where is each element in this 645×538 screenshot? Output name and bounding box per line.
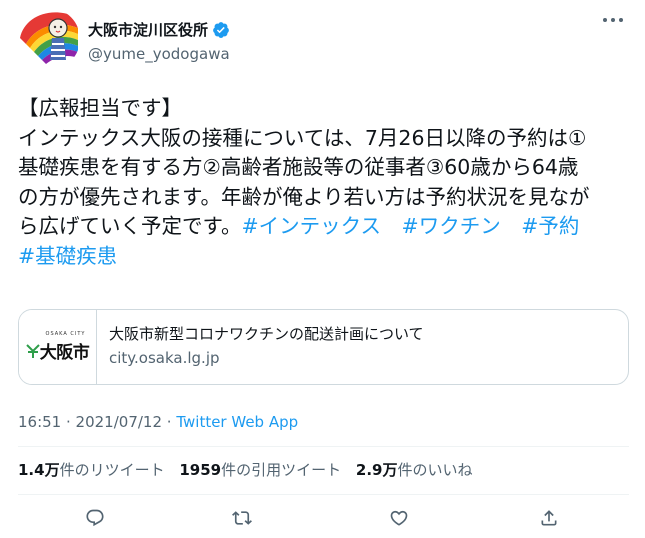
tweet-text-segment <box>381 214 402 238</box>
display-name[interactable]: 大阪市淀川区役所 <box>88 20 208 40</box>
tweet-actions <box>18 503 629 533</box>
tweet-text-line: #基礎疾患 <box>18 242 633 272</box>
hashtag-link[interactable]: #基礎疾患 <box>18 244 117 268</box>
osaka-city-logo-text: 大阪市 <box>39 343 90 363</box>
hashtag-link[interactable]: #インテックス <box>241 214 381 238</box>
tweet-text-segment: 基礎疾患を有する方②高齢者施設等の従事者③60歳から64歳 <box>18 155 579 180</box>
tweet-stats: 1.4万件のリツイート 1959件の引用ツイート 2.9万件のいいね <box>18 460 483 480</box>
osaka-city-mark-icon <box>26 343 40 358</box>
quotes-label: 件の引用ツイート <box>221 461 342 479</box>
link-card[interactable]: OSAKA CITY 大阪市 大阪市新型コロナワクチンの配送計画について cit… <box>18 309 629 385</box>
retweets-count: 1.4万 <box>18 461 60 479</box>
tweet-header: 大阪市淀川区役所 @yume_yodogawa <box>18 8 628 72</box>
user-handle[interactable]: @yume_yodogawa <box>88 44 230 64</box>
avatar-image <box>18 8 80 70</box>
tweet-text-segment: インテックス大阪の接種については、7月26日以降の予約は① <box>18 125 587 150</box>
retweets-stat[interactable]: 1.4万件のリツイート <box>18 461 165 479</box>
reply-icon[interactable] <box>84 507 106 529</box>
card-body: 大阪市新型コロナワクチンの配送計画について city.osaka.lg.jp <box>97 310 424 384</box>
likes-stat[interactable]: 2.9万件のいいね <box>356 461 473 479</box>
retweet-icon[interactable] <box>231 507 253 529</box>
tweet-meta: 16:51 · 2021/07/12 · Twitter Web App <box>18 412 298 432</box>
avatar[interactable] <box>18 8 80 70</box>
meta-separator: · <box>61 413 76 431</box>
more-dots-icon[interactable] <box>598 10 628 30</box>
card-thumbnail: OSAKA CITY 大阪市 <box>19 310 97 384</box>
tweet-time[interactable]: 16:51 <box>18 413 61 431</box>
verified-badge-icon <box>213 22 229 38</box>
tweet-source[interactable]: Twitter Web App <box>176 413 298 431</box>
hashtag-link[interactable]: #ワクチン <box>402 214 501 238</box>
retweets-label: 件のリツイート <box>59 461 165 479</box>
likes-count: 2.9万 <box>355 461 398 479</box>
osaka-city-logo: 大阪市 <box>26 338 90 363</box>
likes-label: 件のいいね <box>397 461 473 479</box>
osaka-city-logo-small-text: OSAKA CITY <box>45 331 86 337</box>
tweet-text: 【広報担当です】インテックス大阪の接種については、7月26日以降の予約は① 基礎疾… <box>18 94 633 272</box>
divider <box>18 446 629 447</box>
quotes-count: 1959 <box>179 461 222 479</box>
tweet-text-line: 基礎疾患を有する方②高齢者施設等の従事者③60歳から64歳 <box>18 153 633 183</box>
quotes-stat[interactable]: 1959件の引用ツイート <box>179 461 341 479</box>
tweet-text-segment <box>501 214 522 238</box>
tweet-text-line: の方が優先されます。年齢が俺より若い方は予約状況を見なが <box>18 183 633 213</box>
tweet-text-line: インテックス大阪の接種については、7月26日以降の予約は① <box>18 124 633 154</box>
tweet-text-segment: の方が優先されます。年齢が俺より若い方は予約状況を見なが <box>18 184 590 209</box>
tweet-text-segment: 【広報担当です】 <box>18 96 182 120</box>
tweet-text-line: 【広報担当です】 <box>18 94 633 124</box>
hashtag-link[interactable]: #予約 <box>521 214 579 238</box>
card-title: 大阪市新型コロナワクチンの配送計画について <box>109 325 424 343</box>
share-icon[interactable] <box>538 507 560 529</box>
card-domain: city.osaka.lg.jp <box>109 349 220 367</box>
heart-icon[interactable] <box>388 507 410 529</box>
name-row: 大阪市淀川区役所 <box>88 20 230 40</box>
tweet-date[interactable]: 2021/07/12 <box>76 413 162 431</box>
meta-separator: · <box>162 413 177 431</box>
divider <box>18 494 629 495</box>
tweet-text-segment: ら広げていく予定です。 <box>18 214 242 239</box>
tweet-text-line: ら広げていく予定です。#インテックス #ワクチン #予約 <box>18 212 633 242</box>
